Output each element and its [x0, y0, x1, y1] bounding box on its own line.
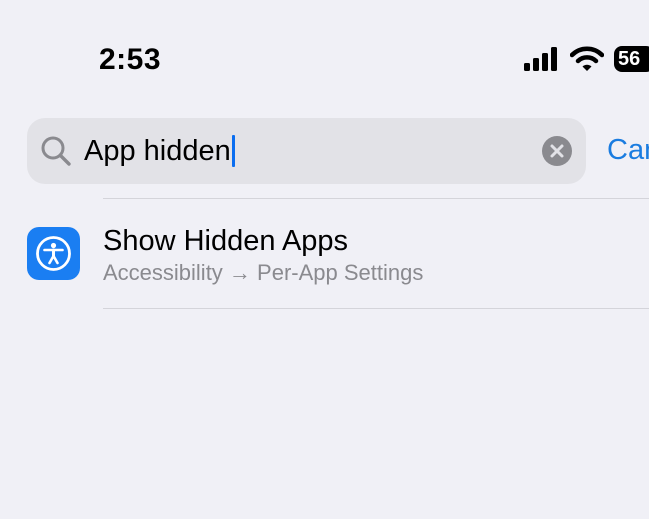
- clear-icon[interactable]: [542, 136, 572, 166]
- accessibility-app-icon: [27, 227, 80, 280]
- cancel-button[interactable]: Cancel: [607, 130, 649, 170]
- status-icons: 56: [524, 44, 649, 74]
- divider-top: [103, 198, 649, 199]
- divider-bottom: [103, 308, 649, 309]
- search-query-text: App hidden: [84, 135, 231, 167]
- battery-icon: 56: [614, 46, 649, 72]
- result-title: Show Hidden Apps: [103, 225, 349, 257]
- result-path: Accessibility → Per-App Settings: [103, 260, 424, 285]
- wifi-icon: [570, 46, 604, 71]
- settings-search-screen: 2:53 56 App hidden Cancel: [0, 0, 649, 519]
- search-result-row[interactable]: Show Hidden Apps Accessibility → Per-App…: [0, 200, 649, 308]
- signal-icon: [524, 47, 557, 71]
- search-input[interactable]: App hidden: [84, 132, 235, 170]
- search-icon: [41, 136, 71, 166]
- accessibility-icon: [36, 236, 71, 271]
- text-cursor: [231, 135, 235, 167]
- search-field[interactable]: App hidden: [27, 118, 586, 184]
- status-time: 2:53: [99, 43, 162, 76]
